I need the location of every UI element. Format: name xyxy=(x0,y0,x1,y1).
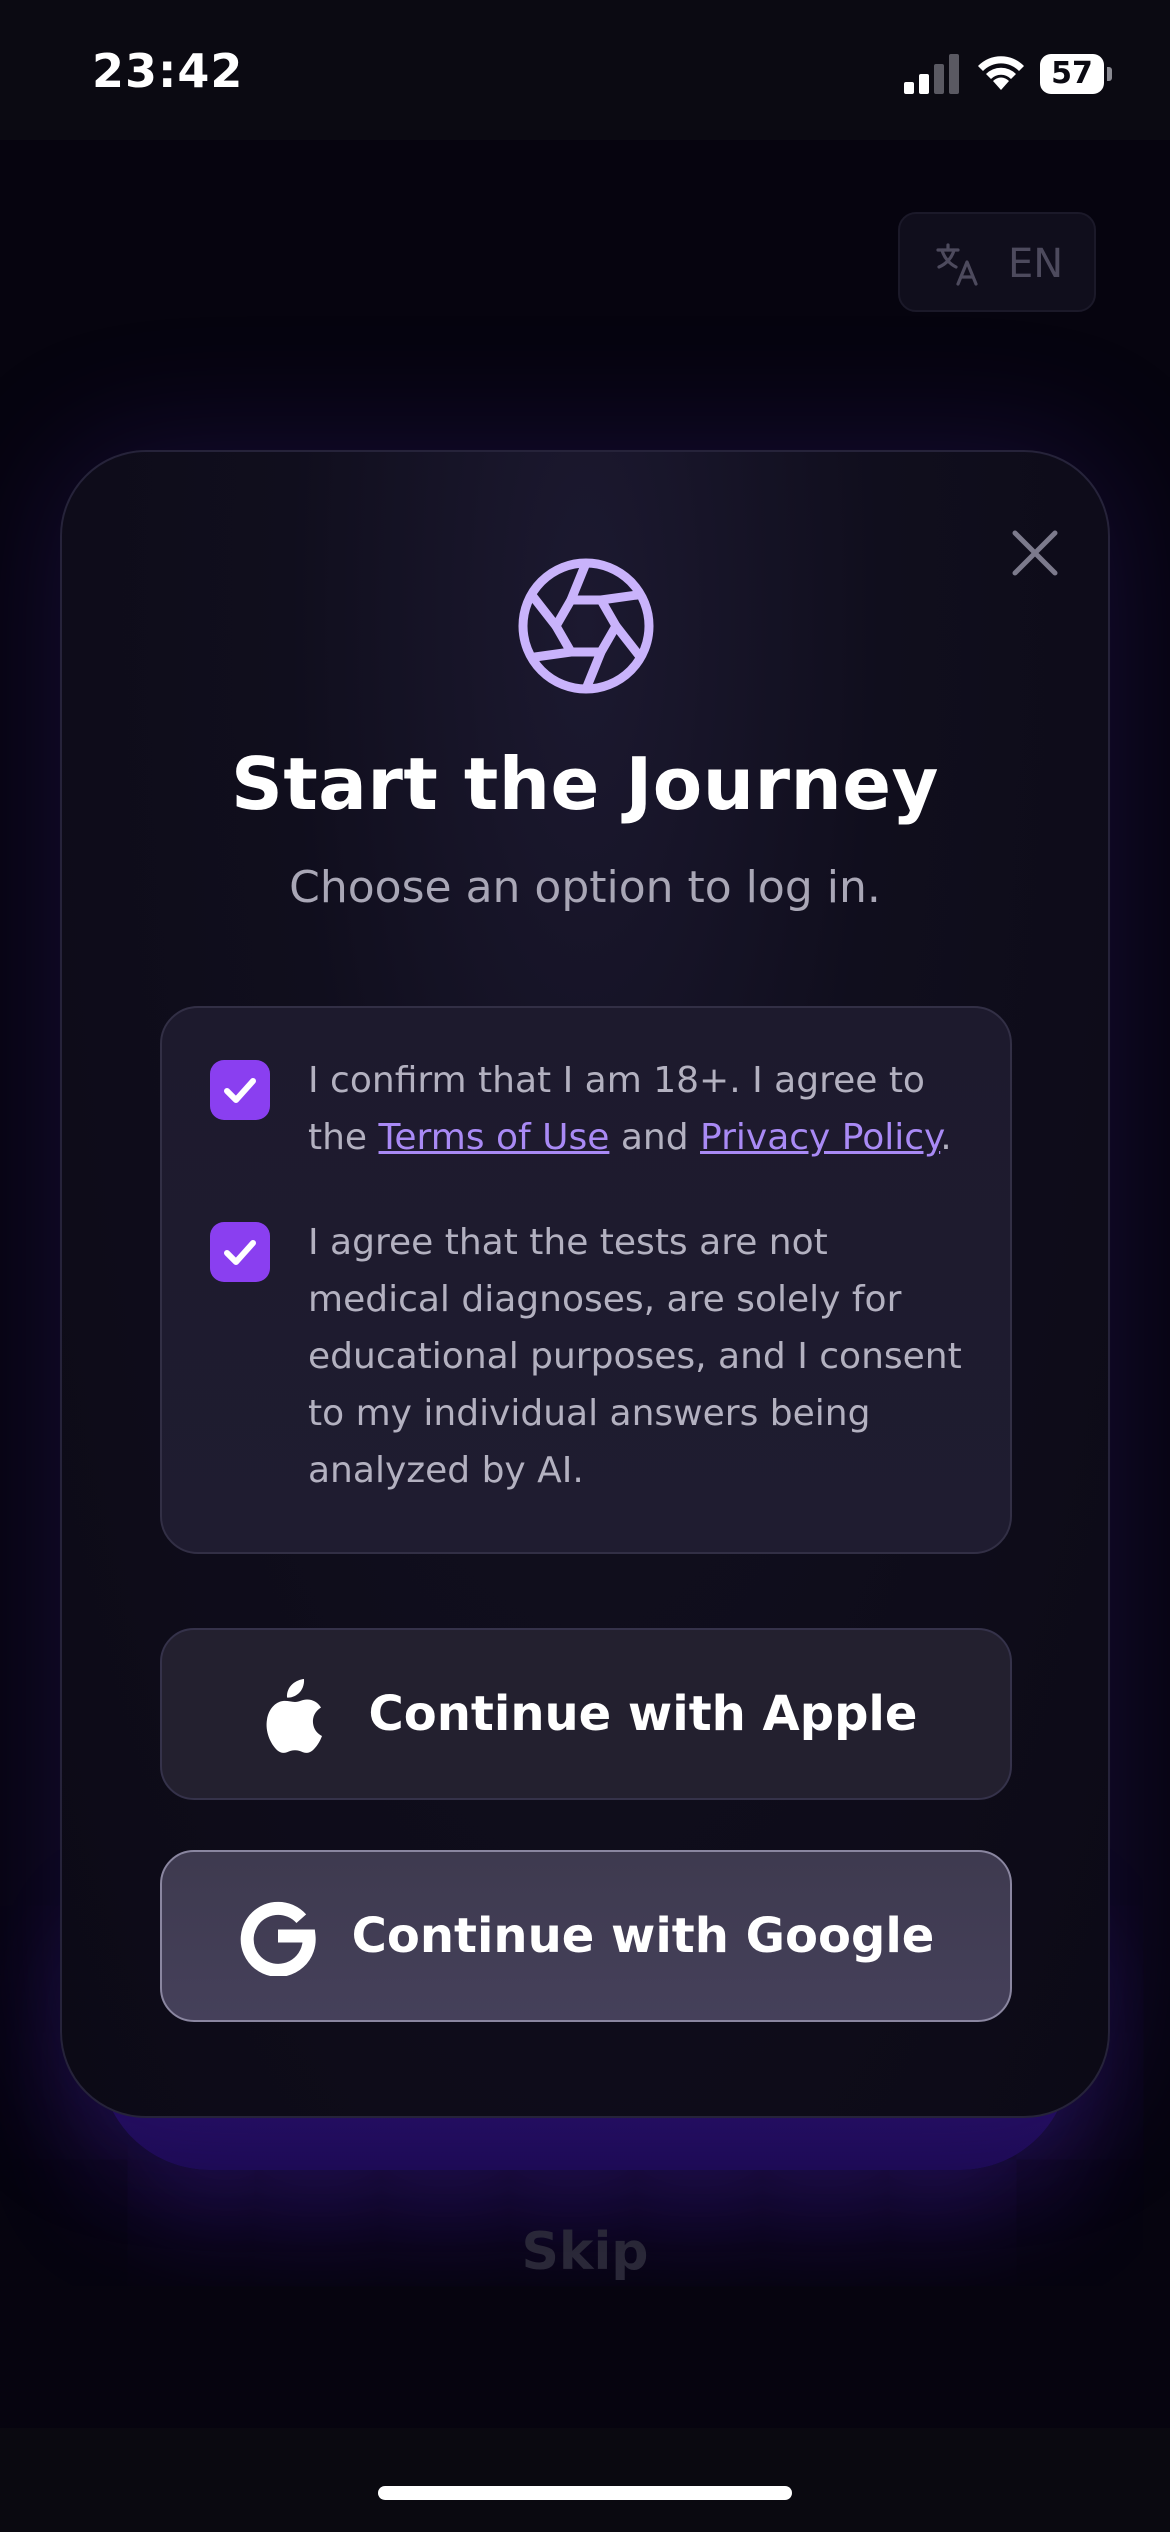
ai-consent-checkbox[interactable] xyxy=(210,1222,270,1282)
check-icon xyxy=(224,1078,256,1103)
age-terms-consent-text: I confirm that I am 18+. I agree to the … xyxy=(308,1052,968,1166)
battery-tip xyxy=(1107,67,1112,81)
apple-logo-icon xyxy=(266,1679,322,1753)
language-button[interactable]: EN xyxy=(898,212,1096,312)
battery-level: 57 xyxy=(1040,54,1104,94)
apple-button-label: Continue with Apple xyxy=(368,1686,918,1742)
google-button-label: Continue with Google xyxy=(351,1908,935,1964)
bottom-bar xyxy=(0,2428,1170,2532)
login-modal: Start the Journey Choose an option to lo… xyxy=(60,450,1110,2118)
home-indicator[interactable] xyxy=(378,2486,792,2500)
age-terms-checkbox[interactable] xyxy=(210,1060,270,1120)
privacy-policy-link[interactable]: Privacy Policy xyxy=(700,1117,940,1158)
modal-subtitle: Choose an option to log in. xyxy=(289,862,881,913)
language-label: EN xyxy=(1008,241,1064,287)
terms-of-use-link[interactable]: Terms of Use xyxy=(379,1117,610,1158)
close-icon[interactable] xyxy=(990,508,1080,598)
consent-text-end: . xyxy=(940,1117,952,1158)
check-icon xyxy=(224,1240,256,1265)
apple-button-content: Continue with Apple xyxy=(162,1630,1010,1798)
translate-icon xyxy=(936,243,978,286)
aperture-icon xyxy=(518,558,654,694)
battery-icon: 57 xyxy=(1040,54,1112,94)
google-logo-icon xyxy=(240,1901,316,1976)
status-time: 23:42 xyxy=(92,44,244,98)
modal-title: Start the Journey xyxy=(231,742,939,826)
consent-text-and: and xyxy=(609,1117,701,1158)
continue-with-apple-button[interactable]: Continue with Apple xyxy=(160,1628,1012,1800)
wifi-icon xyxy=(978,56,1024,90)
ai-consent-text: I agree that the tests are not medical d… xyxy=(308,1222,962,1491)
google-button-content: Continue with Google xyxy=(162,1852,1010,2020)
continue-with-google-button[interactable]: Continue with Google xyxy=(160,1850,1012,2022)
skip-button[interactable]: Skip xyxy=(0,2222,1170,2282)
consent-box: I confirm that I am 18+. I agree to the … xyxy=(160,1006,1012,1554)
status-bar: 23:42 57 xyxy=(0,0,1170,140)
cellular-signal-icon xyxy=(904,54,959,94)
